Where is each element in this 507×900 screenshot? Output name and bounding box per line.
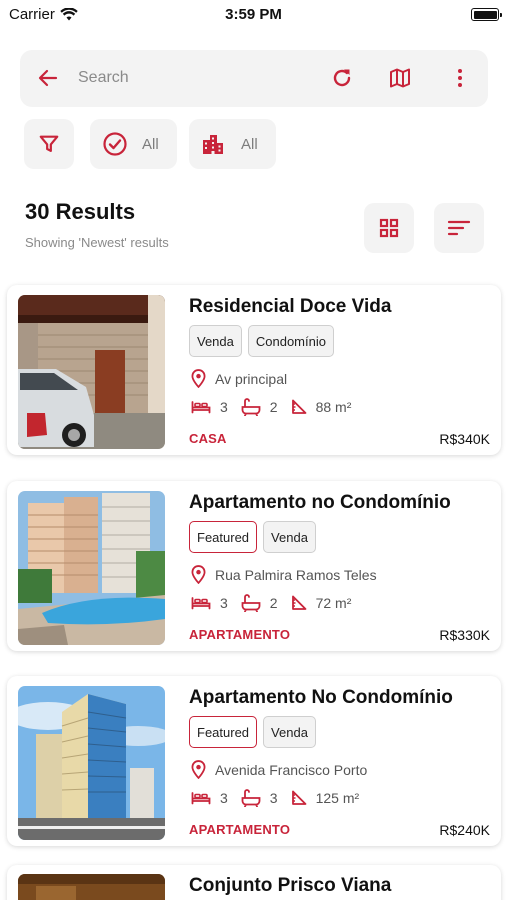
listing-price: R$240K	[439, 822, 490, 838]
status-time: 3:59 PM	[225, 6, 282, 23]
listing-card[interactable]: Residencial Doce Vida Venda Condomínio A…	[7, 285, 501, 455]
bathroom-count: 2	[269, 399, 278, 415]
bedroom-count: 3	[220, 790, 228, 806]
listing-card[interactable]: Apartamento No Condomínio Featured Venda…	[7, 676, 501, 846]
listing-title: Apartamento no Condomínio	[189, 492, 451, 513]
bed-icon	[191, 792, 211, 805]
map-icon[interactable]	[388, 66, 412, 95]
sort-button[interactable]	[434, 203, 484, 253]
check-circle-icon	[103, 132, 127, 156]
listing-features: 3 3 125 m²	[191, 789, 372, 807]
bathtub-icon	[241, 789, 261, 807]
listing-title: Residencial Doce Vida	[189, 296, 392, 317]
area-icon	[291, 399, 306, 414]
location-pin-icon	[191, 565, 206, 584]
location-pin-icon	[191, 369, 206, 388]
bathtub-icon	[241, 398, 261, 416]
refresh-icon[interactable]	[330, 66, 354, 95]
grid-view-button[interactable]	[364, 203, 414, 253]
listing-address-text: Av principal	[215, 370, 288, 387]
type-filter-label: All	[241, 135, 258, 153]
listing-category: APARTAMENTO	[189, 627, 291, 642]
status-filter-label: All	[142, 135, 159, 153]
listing-photo	[18, 491, 165, 645]
listing-tags: Venda Condomínio	[189, 325, 334, 357]
listing-tag: Venda	[263, 521, 316, 553]
bedroom-count: 3	[220, 399, 228, 415]
bed-icon	[191, 597, 211, 610]
area-size: 125 m²	[315, 790, 360, 806]
listing-card[interactable]: Apartamento no Condomínio Featured Venda…	[7, 481, 501, 651]
area-size: 72 m²	[315, 595, 352, 611]
battery-icon	[471, 8, 502, 21]
bedroom-count: 3	[220, 595, 228, 611]
results-count: 30 Results	[25, 199, 136, 224]
listing-photo	[18, 874, 165, 900]
listing-price: R$330K	[439, 627, 490, 643]
search-input[interactable]: Search	[78, 69, 129, 87]
featured-tag: Featured	[189, 716, 258, 748]
bathtub-icon	[241, 594, 261, 612]
listing-price: R$340K	[439, 431, 490, 447]
area-icon	[291, 790, 306, 805]
listing-tags: Featured Venda	[189, 521, 316, 553]
more-vertical-icon[interactable]	[448, 66, 472, 95]
featured-tag: Featured	[189, 521, 258, 553]
area-icon	[291, 595, 306, 610]
listing-category: CASA	[189, 431, 227, 446]
listing-address: Av principal	[191, 369, 287, 388]
listing-tag: Venda	[263, 716, 316, 748]
search-bar: Search	[20, 50, 488, 107]
location-pin-icon	[191, 760, 206, 779]
listing-tag: Condomínio	[247, 325, 334, 357]
filter-button[interactable]	[24, 119, 74, 169]
listing-features: 3 2 88 m²	[191, 398, 364, 416]
area-size: 88 m²	[315, 399, 352, 415]
listing-title: Conjunto Prisco Viana	[189, 875, 392, 896]
listing-tag: Venda	[189, 325, 242, 357]
bathroom-count: 2	[269, 595, 278, 611]
listing-category: APARTAMENTO	[189, 822, 291, 837]
listing-address: Rua Palmira Ramos Teles	[191, 565, 377, 584]
status-bar: Carrier 3:59 PM	[0, 0, 507, 30]
listing-card[interactable]: Conjunto Prisco Viana	[7, 865, 501, 900]
type-filter-chip[interactable]: All	[189, 119, 276, 169]
listing-address: Avenida Francisco Porto	[191, 760, 367, 779]
bathroom-count: 3	[269, 790, 278, 806]
listing-address-text: Avenida Francisco Porto	[215, 761, 368, 778]
results-sort-info: Showing 'Newest' results	[25, 235, 169, 250]
back-arrow-icon[interactable]	[36, 66, 60, 95]
listing-photo	[18, 295, 165, 449]
listing-title: Apartamento No Condomínio	[189, 687, 453, 708]
sort-icon	[447, 220, 471, 236]
grid-view-icon	[379, 218, 399, 238]
bed-icon	[191, 401, 211, 414]
listing-tags: Featured Venda	[189, 716, 316, 748]
listing-address-text: Rua Palmira Ramos Teles	[215, 566, 377, 583]
status-filter-chip[interactable]: All	[90, 119, 177, 169]
listing-features: 3 2 72 m²	[191, 594, 364, 612]
building-icon	[203, 135, 223, 154]
listing-photo	[18, 686, 165, 840]
filter-icon	[39, 135, 59, 152]
